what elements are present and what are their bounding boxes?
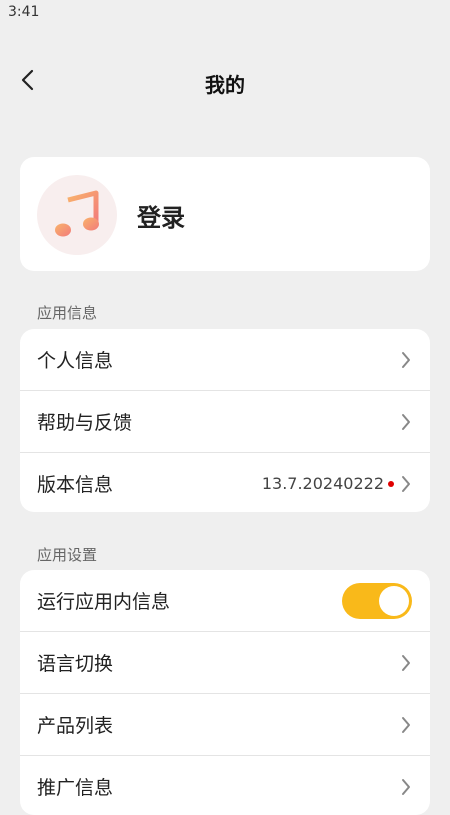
- menu-item-personal-info[interactable]: 个人信息: [20, 329, 430, 391]
- menu-item-run-in-app-info: 运行应用内信息: [20, 570, 430, 632]
- menu-item-version-info[interactable]: 版本信息 13.7.20240222: [20, 453, 430, 512]
- app-info-card: 个人信息 帮助与反馈 版本信息 13.7.20240222: [20, 329, 430, 512]
- menu-item-language[interactable]: 语言切换: [20, 632, 430, 694]
- chevron-right-icon: [400, 654, 412, 672]
- menu-item-label: 推广信息: [37, 777, 114, 799]
- menu-item-label: 运行应用内信息: [37, 591, 171, 613]
- section-label-app-settings: 应用设置: [37, 546, 98, 564]
- menu-item-label: 帮助与反馈: [37, 412, 133, 434]
- avatar[interactable]: [37, 175, 117, 255]
- chevron-right-icon: [400, 778, 412, 796]
- update-badge: [388, 480, 394, 487]
- page-title: 我的: [205, 73, 245, 97]
- menu-item-label: 语言切换: [37, 653, 114, 675]
- menu-item-help-feedback[interactable]: 帮助与反馈: [20, 391, 430, 453]
- chevron-right-icon: [400, 716, 412, 734]
- header: 我的: [0, 60, 450, 104]
- run-in-app-toggle[interactable]: [342, 582, 412, 619]
- toggle-knob: [379, 585, 409, 616]
- menu-item-label: 个人信息: [37, 350, 114, 372]
- chevron-right-icon: [400, 351, 412, 369]
- app-settings-card: 运行应用内信息 语言切换 产品列表 推广信息: [20, 570, 430, 815]
- menu-item-label: 产品列表: [37, 715, 114, 737]
- music-note-icon: [54, 188, 100, 242]
- menu-item-label: 版本信息: [37, 474, 114, 496]
- status-time: 3:41: [8, 4, 40, 20]
- section-label-app-info: 应用信息: [37, 304, 98, 322]
- chevron-right-icon: [400, 413, 412, 431]
- profile-card[interactable]: 登录: [20, 157, 430, 271]
- menu-item-promotion-info[interactable]: 推广信息: [20, 756, 430, 815]
- menu-item-product-list[interactable]: 产品列表: [20, 694, 430, 756]
- version-value: 13.7.20240222: [261, 474, 384, 493]
- chevron-right-icon: [400, 475, 412, 493]
- login-button[interactable]: 登录: [137, 198, 185, 233]
